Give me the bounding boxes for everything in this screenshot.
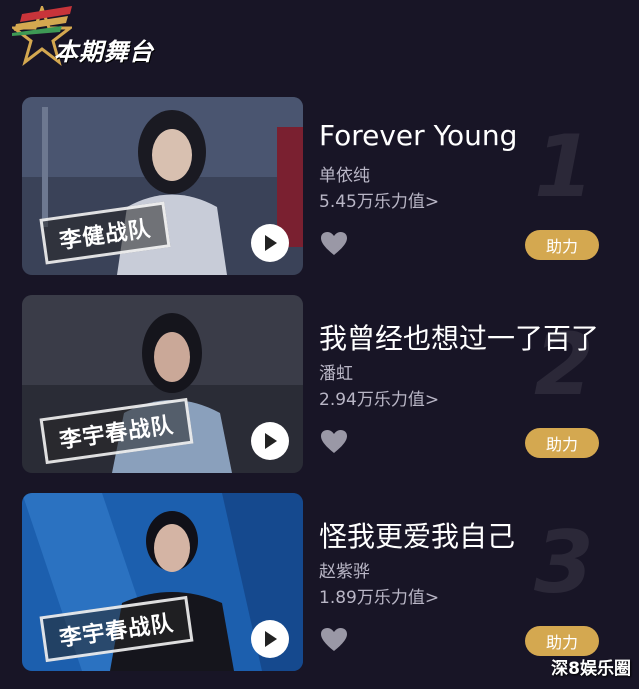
song-title[interactable]: 我曾经也想过一了百了 (319, 317, 619, 357)
song-title[interactable]: Forever Young (319, 119, 619, 152)
performance-card[interactable]: 李宇春战队 2 我曾经也想过一了百了 潘虹 2.94万乐力值> 助力 (22, 295, 622, 473)
watermark: 深8娱乐圈 (551, 659, 631, 679)
play-button[interactable] (251, 620, 289, 658)
performance-thumbnail[interactable]: 李宇春战队 (22, 295, 303, 473)
play-button[interactable] (251, 224, 289, 262)
song-title[interactable]: 怪我更爱我自己 (319, 515, 619, 555)
power-value-link[interactable]: 2.94万乐力值> (319, 385, 439, 410)
play-icon (265, 631, 277, 647)
performance-thumbnail[interactable]: 李宇春战队 (22, 493, 303, 671)
heart-icon[interactable] (320, 231, 348, 257)
singer-name[interactable]: 潘虹 (319, 359, 353, 384)
heart-icon[interactable] (320, 627, 348, 653)
section-header: 本期舞台 (12, 6, 192, 68)
heart-icon[interactable] (320, 429, 348, 455)
performance-thumbnail[interactable]: 李健战队 (22, 97, 303, 275)
play-icon (265, 433, 277, 449)
boost-button[interactable]: 助力 (525, 230, 599, 260)
power-value-link[interactable]: 1.89万乐力值> (319, 583, 439, 608)
singer-name[interactable]: 赵紫骅 (319, 557, 370, 582)
play-icon (265, 235, 277, 251)
boost-button[interactable]: 助力 (525, 626, 599, 656)
power-value-link[interactable]: 5.45万乐力值> (319, 187, 439, 212)
singer-name[interactable]: 单依纯 (319, 161, 370, 186)
play-button[interactable] (251, 422, 289, 460)
section-title: 本期舞台 (54, 38, 154, 66)
performance-card[interactable]: 李宇春战队 3 怪我更爱我自己 赵紫骅 1.89万乐力值> 助力 (22, 493, 622, 671)
boost-button[interactable]: 助力 (525, 428, 599, 458)
performance-card[interactable]: 李健战队 1 Forever Young 单依纯 5.45万乐力值> 助力 (22, 97, 622, 275)
